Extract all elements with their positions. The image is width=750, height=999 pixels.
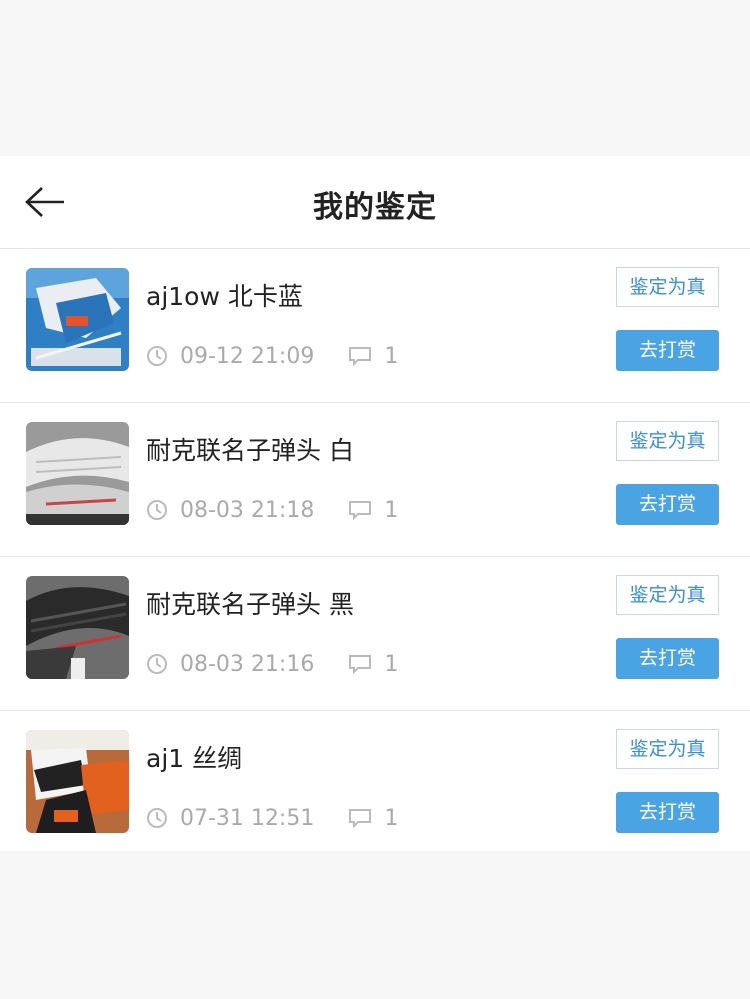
page-title: 我的鉴定 — [313, 190, 437, 225]
product-thumbnail[interactable] — [26, 730, 129, 833]
clock-icon — [147, 808, 167, 828]
clock-icon — [147, 500, 167, 520]
product-thumbnail[interactable] — [26, 576, 129, 679]
reward-button[interactable]: 去打赏 — [616, 330, 719, 371]
list-item[interactable]: 耐克联名子弹头 白 08-03 21:18 1 鉴定为真 去打赏 — [0, 403, 750, 557]
verified-authentic-badge: 鉴定为真 — [616, 267, 719, 307]
list-item[interactable]: aj1ow 北卡蓝 09-12 21:09 1 鉴定为真 去打赏 — [0, 249, 750, 403]
comment-icon — [349, 347, 372, 366]
item-name: aj1ow 北卡蓝 — [146, 282, 303, 311]
appraisal-list: aj1ow 北卡蓝 09-12 21:09 1 鉴定为真 去打赏 耐克联名子弹头… — [0, 249, 750, 851]
comment-icon — [349, 809, 372, 828]
item-meta: 09-12 21:09 1 — [146, 341, 398, 371]
item-time: 07-31 12:51 — [180, 805, 315, 831]
clock-icon — [147, 346, 167, 366]
verified-authentic-badge: 鉴定为真 — [616, 729, 719, 769]
item-meta: 08-03 21:16 1 — [146, 649, 398, 679]
item-time: 09-12 21:09 — [180, 343, 315, 369]
product-thumbnail[interactable] — [26, 268, 129, 371]
item-meta: 08-03 21:18 1 — [146, 495, 398, 525]
reward-button[interactable]: 去打赏 — [616, 792, 719, 833]
item-name: 耐克联名子弹头 黑 — [146, 590, 354, 619]
clock-icon — [147, 654, 167, 674]
list-item[interactable]: aj1 丝绸 07-31 12:51 1 鉴定为真 去打赏 — [0, 711, 750, 851]
verified-authentic-badge: 鉴定为真 — [616, 421, 719, 461]
app-screen: 我的鉴定 aj1ow 北卡蓝 09-12 21:09 1 鉴定为真 去打赏 耐克… — [0, 156, 750, 851]
comment-count: 1 — [384, 651, 399, 677]
comment-icon — [349, 501, 372, 520]
item-name: aj1 丝绸 — [146, 744, 243, 773]
list-item[interactable]: 耐克联名子弹头 黑 08-03 21:16 1 鉴定为真 去打赏 — [0, 557, 750, 711]
reward-button[interactable]: 去打赏 — [616, 484, 719, 525]
item-time: 08-03 21:18 — [180, 497, 315, 523]
comment-count: 1 — [384, 497, 399, 523]
item-time: 08-03 21:16 — [180, 651, 315, 677]
comment-icon — [349, 655, 372, 674]
item-name: 耐克联名子弹头 白 — [146, 436, 354, 465]
verified-authentic-badge: 鉴定为真 — [616, 575, 719, 615]
product-thumbnail[interactable] — [26, 422, 129, 525]
comment-count: 1 — [384, 343, 399, 369]
comment-count: 1 — [384, 805, 399, 831]
reward-button[interactable]: 去打赏 — [616, 638, 719, 679]
nav-bar: 我的鉴定 — [0, 156, 750, 249]
item-meta: 07-31 12:51 1 — [146, 803, 398, 833]
